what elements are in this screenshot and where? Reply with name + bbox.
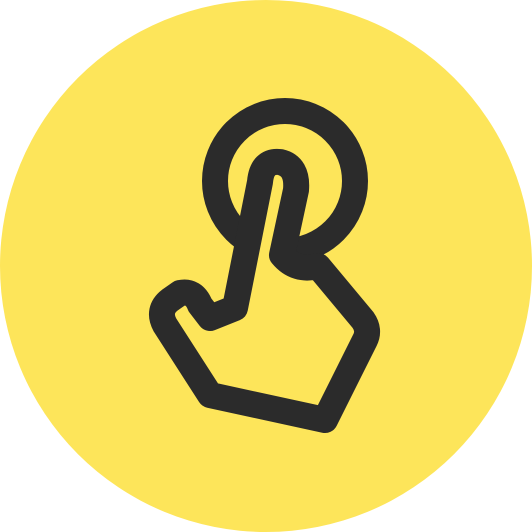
tap-gesture-icon xyxy=(0,0,532,532)
tap-gesture-badge xyxy=(0,0,532,532)
